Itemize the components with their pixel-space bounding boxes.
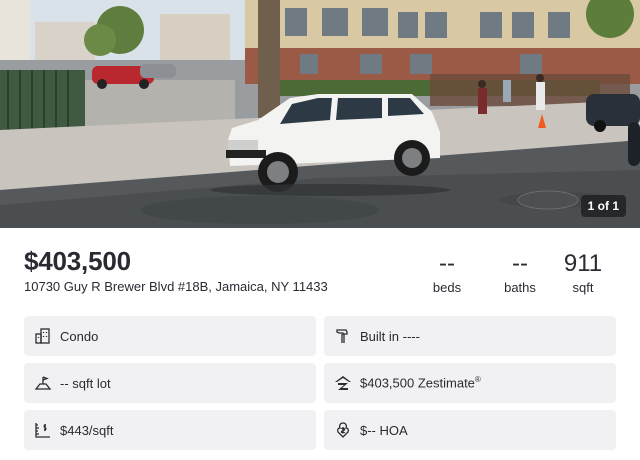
fact-year-built: Built in ---- — [324, 316, 616, 356]
fact-hoa: $-- HOA — [324, 410, 616, 450]
building-icon — [34, 327, 52, 345]
registered-mark: ® — [474, 375, 481, 385]
sqft-value: 911 — [563, 250, 603, 277]
listing-address: 10730 Guy R Brewer Blvd #18B, Jamaica, N… — [24, 279, 328, 294]
lot-size-text: -- sqft lot — [60, 375, 111, 391]
baths-value: -- — [512, 250, 528, 277]
beds-value: -- — [439, 250, 455, 277]
beds-label: beds — [432, 280, 462, 295]
sqft-label: sqft — [572, 280, 594, 295]
baths-label: baths — [504, 280, 536, 295]
price-sqft-icon — [34, 421, 52, 439]
zestimate-text[interactable]: $403,500 Zestimate® — [360, 375, 481, 390]
sqft-stat: 911 sqft — [548, 250, 618, 295]
street-view-image — [0, 0, 640, 228]
fact-price-per-sqft: $443/sqft — [24, 410, 316, 450]
beds-stat: -- beds — [412, 250, 482, 295]
listing-photo[interactable]: 1 of 1 — [0, 0, 640, 228]
year-built-text: Built in ---- — [360, 328, 420, 344]
zestimate-icon — [334, 374, 352, 392]
hoa-text: $-- HOA — [360, 422, 408, 438]
lot-icon — [34, 374, 52, 392]
hammer-icon — [334, 327, 352, 345]
hoa-icon — [334, 421, 352, 439]
photo-counter[interactable]: 1 of 1 — [580, 195, 626, 217]
price-per-sqft-text: $443/sqft — [60, 422, 114, 438]
fact-home-type: Condo — [24, 316, 316, 356]
fact-lot-size: -- sqft lot — [24, 363, 316, 403]
home-type-text: Condo — [60, 328, 99, 344]
listing-price: $403,500 — [24, 246, 131, 276]
fact-zestimate[interactable]: $403,500 Zestimate® — [324, 363, 616, 403]
baths-stat: -- baths — [485, 250, 555, 295]
